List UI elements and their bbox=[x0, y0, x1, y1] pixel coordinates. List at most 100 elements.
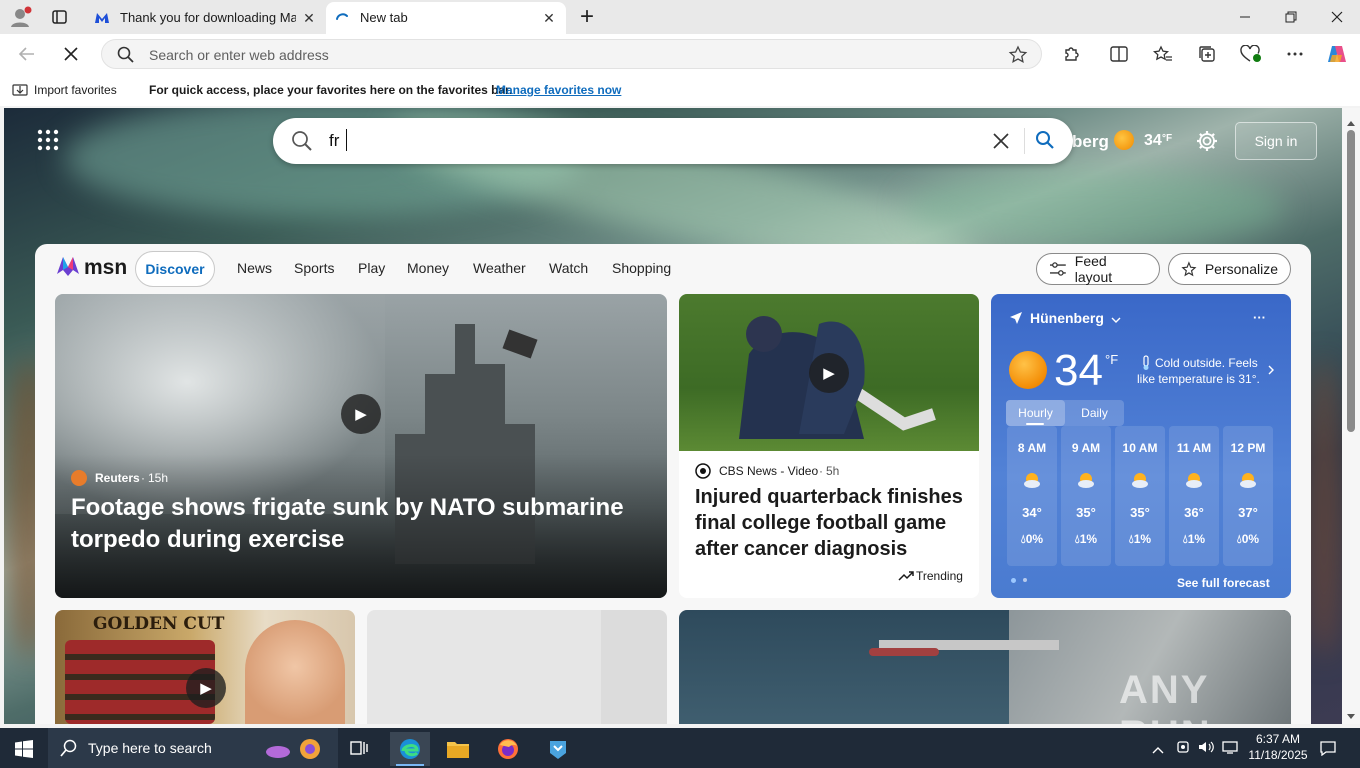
favorites-bar: Import favorites For quick access, place… bbox=[0, 74, 1360, 106]
weather-location[interactable]: Hünenberg bbox=[1030, 310, 1104, 326]
tab-play[interactable]: Play bbox=[358, 260, 385, 276]
restore-button[interactable] bbox=[1268, 0, 1314, 34]
hour-temp: 35° bbox=[1130, 505, 1150, 520]
taskbar-search[interactable]: Type here to search bbox=[48, 728, 338, 768]
hero-headline[interactable]: Footage shows frigate sunk by NATO subma… bbox=[71, 492, 631, 556]
favorites-button[interactable] bbox=[1148, 40, 1178, 68]
favorites-icon bbox=[1153, 45, 1172, 61]
watermark: ANY RUN bbox=[1119, 668, 1210, 724]
sign-in-button[interactable]: Sign in bbox=[1235, 122, 1317, 160]
taskbar-search-placeholder: Type here to search bbox=[88, 740, 212, 756]
active-tab-indicator bbox=[1026, 423, 1044, 425]
firefox-button[interactable] bbox=[488, 732, 528, 766]
clock[interactable]: 6:37 AM 11/18/2025 bbox=[1248, 731, 1308, 763]
chevron-down-icon[interactable] bbox=[1110, 312, 1122, 330]
volume-icon[interactable] bbox=[1198, 740, 1214, 759]
start-button[interactable] bbox=[4, 732, 44, 766]
hour-precip: 💧︎1% bbox=[1182, 532, 1206, 546]
hourly-forecast-item[interactable]: 10 AM 35° 💧︎1% bbox=[1115, 426, 1165, 566]
close-window-button[interactable] bbox=[1314, 0, 1360, 34]
close-tab-icon[interactable]: ✕ bbox=[300, 9, 318, 27]
msn-logo[interactable]: msn bbox=[55, 254, 128, 282]
tab-daily[interactable]: Daily bbox=[1065, 400, 1124, 426]
stop-button[interactable] bbox=[56, 40, 86, 68]
scroll-down-icon[interactable] bbox=[1346, 708, 1356, 726]
collections-button[interactable] bbox=[1192, 40, 1222, 68]
page-dot-active[interactable] bbox=[1011, 578, 1016, 583]
search-input[interactable]: fr bbox=[329, 131, 339, 151]
see-full-forecast-link[interactable]: See full forecast bbox=[1177, 576, 1270, 590]
minimize-button[interactable] bbox=[1222, 0, 1268, 34]
tab-money[interactable]: Money bbox=[407, 260, 449, 276]
cbs-eye-icon bbox=[695, 463, 711, 479]
play-video-button[interactable]: ▶ bbox=[809, 353, 849, 393]
browser-toolbar: Search or enter web address bbox=[0, 34, 1360, 74]
address-bar[interactable]: Search or enter web address bbox=[101, 39, 1042, 69]
page-settings-button[interactable] bbox=[1195, 129, 1219, 153]
profile-icon[interactable] bbox=[8, 5, 34, 29]
hero-story-card[interactable]: ▶ Reuters · 15h Footage shows frigate su… bbox=[55, 294, 667, 598]
tab-discover[interactable]: Discover bbox=[135, 251, 215, 287]
close-tab-icon[interactable]: ✕ bbox=[540, 9, 558, 27]
hourly-forecast-item[interactable]: 9 AM 35° 💧︎1% bbox=[1061, 426, 1111, 566]
extensions-button[interactable] bbox=[1056, 40, 1086, 68]
page-dot[interactable] bbox=[1023, 578, 1027, 582]
device-icon[interactable] bbox=[1176, 740, 1190, 759]
settings-more-button[interactable] bbox=[1280, 40, 1310, 68]
person-image bbox=[245, 620, 345, 724]
back-button[interactable] bbox=[12, 40, 42, 68]
task-view-button[interactable] bbox=[340, 732, 380, 766]
copilot-button[interactable] bbox=[1322, 40, 1352, 68]
apps-launcher-button[interactable] bbox=[36, 128, 60, 152]
story-card[interactable]: ▶ CBS News - Video · 5h Injured quarterb… bbox=[679, 294, 979, 598]
file-explorer-button[interactable] bbox=[438, 732, 478, 766]
chevron-up-icon[interactable] bbox=[1152, 742, 1164, 760]
folder-icon bbox=[447, 742, 469, 758]
placeholder-card bbox=[367, 610, 667, 724]
msn-brand: msn bbox=[84, 256, 128, 279]
hour-temp: 35° bbox=[1076, 505, 1096, 520]
tab-shopping[interactable]: Shopping bbox=[612, 260, 671, 276]
tab-sports[interactable]: Sports bbox=[294, 260, 334, 276]
tab-news[interactable]: News bbox=[237, 260, 272, 276]
tab-watch[interactable]: Watch bbox=[549, 260, 588, 276]
clear-search-button[interactable] bbox=[991, 131, 1013, 153]
weather-menu-button[interactable]: ··· bbox=[1253, 310, 1266, 325]
story-separator: · bbox=[819, 464, 823, 478]
play-video-button[interactable]: ▶ bbox=[186, 668, 226, 708]
scroll-thumb[interactable] bbox=[1347, 130, 1355, 432]
edge-taskbar-button[interactable] bbox=[390, 732, 430, 766]
hourly-forecast-item[interactable]: 12 PM 37° 💧︎0% bbox=[1223, 426, 1273, 566]
tab-weather[interactable]: Weather bbox=[473, 260, 526, 276]
favorite-star-icon[interactable] bbox=[1008, 45, 1028, 70]
tab-malwarebytes[interactable]: Thank you for downloading Malw ✕ bbox=[84, 2, 326, 34]
network-icon[interactable] bbox=[1222, 740, 1238, 759]
feed-layout-button[interactable]: Feed layout bbox=[1036, 253, 1160, 285]
trending-label: Trending bbox=[916, 569, 963, 583]
split-screen-button[interactable] bbox=[1104, 40, 1134, 68]
hourly-forecast-item[interactable]: 8 AM 34° 💧︎0% bbox=[1007, 426, 1057, 566]
page-scrollbar[interactable] bbox=[1342, 108, 1360, 724]
personalize-button[interactable]: Personalize bbox=[1168, 253, 1291, 285]
tab-actions-icon[interactable] bbox=[50, 8, 70, 26]
manage-favorites-link[interactable]: Manage favorites now bbox=[496, 83, 621, 97]
search-submit-button[interactable] bbox=[1035, 130, 1057, 152]
story-headline[interactable]: Injured quarterback finishes final colle… bbox=[695, 484, 965, 562]
browser-essentials-button[interactable] bbox=[1236, 40, 1266, 68]
header-location[interactable]: berg bbox=[1072, 132, 1109, 152]
app-shield-icon bbox=[550, 741, 566, 759]
tab-new-tab[interactable]: New tab ✕ bbox=[326, 2, 566, 34]
web-search-box[interactable]: fr bbox=[273, 118, 1073, 164]
partly-cloudy-icon bbox=[1021, 469, 1043, 491]
hourly-forecast-item[interactable]: 11 AM 36° 💧︎1% bbox=[1169, 426, 1219, 566]
app-taskbar-button[interactable] bbox=[538, 732, 578, 766]
new-tab-button[interactable]: + bbox=[574, 2, 600, 32]
import-favorites-button[interactable]: Import favorites bbox=[34, 83, 117, 97]
chevron-right-icon[interactable] bbox=[1267, 363, 1275, 381]
play-video-button[interactable]: ▶ bbox=[341, 394, 381, 434]
partly-cloudy-icon bbox=[1129, 469, 1151, 491]
notifications-icon[interactable] bbox=[1320, 740, 1336, 761]
search-icon bbox=[117, 46, 135, 69]
promo-card[interactable]: GOLDEN CUT ▶ bbox=[55, 610, 355, 724]
port-satellite-card[interactable]: ANY RUN bbox=[679, 610, 1291, 724]
